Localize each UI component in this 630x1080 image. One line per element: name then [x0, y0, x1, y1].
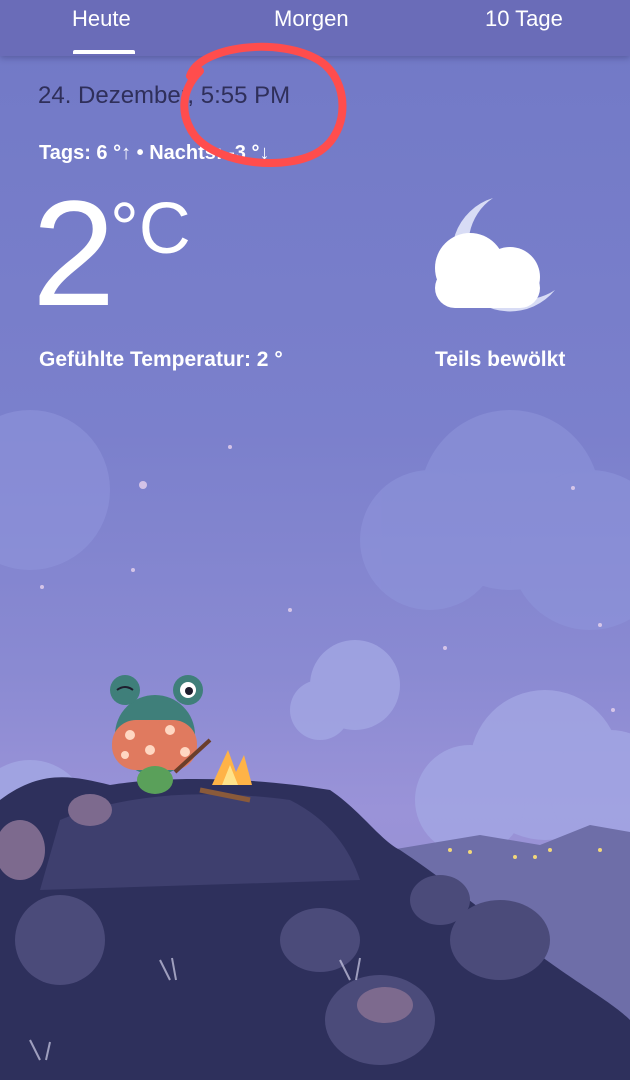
current-temperature: 2: [32, 169, 116, 337]
tab-today[interactable]: Heute: [72, 6, 131, 32]
tab-tomorrow[interactable]: Morgen: [274, 6, 349, 32]
feels-like-temperature: Gefühlte Temperatur: 2 °: [39, 348, 283, 371]
partly-cloudy-night-icon: [435, 198, 555, 312]
red-circle-annotation: [180, 42, 347, 167]
condition-label: Teils bewölkt: [435, 348, 566, 371]
active-tab-indicator: [73, 50, 135, 54]
temperature-unit: °C: [110, 189, 191, 269]
weather-scene-illustration: [0, 410, 630, 1080]
tab-10-days[interactable]: 10 Tage: [485, 6, 563, 32]
